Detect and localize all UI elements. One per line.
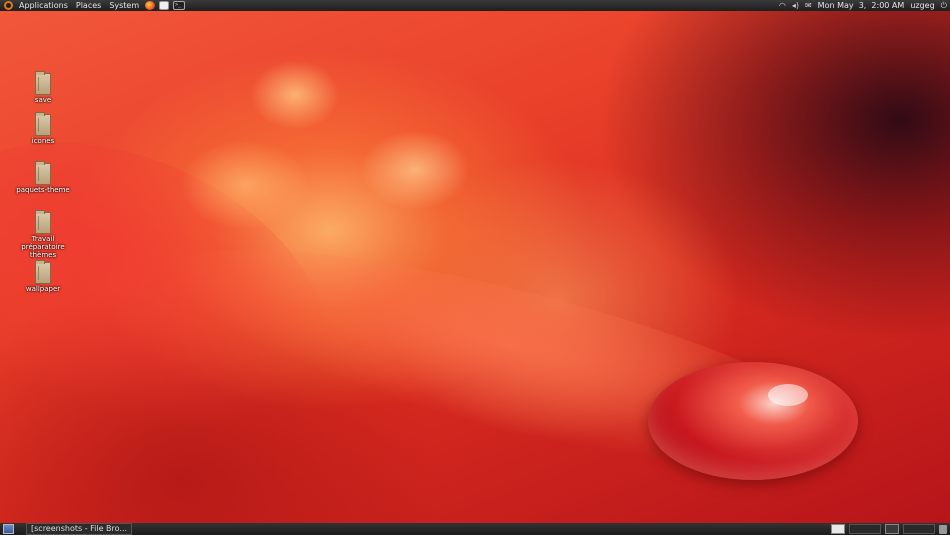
- menu-applications[interactable]: Applications: [15, 0, 72, 11]
- bottom-panel: [screenshots - File Bro...: [0, 523, 950, 535]
- top-panel: Applications Places System ◠ ◂) ✉ Mon Ma…: [0, 0, 950, 11]
- wallpaper-petal: [180, 140, 310, 230]
- desktop-icon-paquets-theme[interactable]: paquets-theme: [11, 161, 75, 194]
- user-menu[interactable]: uzgeg: [910, 0, 934, 11]
- desktop-icon-label: save: [34, 96, 52, 104]
- folder-icon: [35, 71, 51, 95]
- menu-places[interactable]: Places: [72, 0, 105, 11]
- desktop-icon-label: wallpaper: [25, 285, 61, 293]
- wallpaper-petal: [360, 130, 470, 210]
- firefox-icon[interactable]: [145, 1, 156, 10]
- menu-system[interactable]: System: [105, 0, 143, 11]
- water-drop: [648, 362, 858, 480]
- desktop-icon-save[interactable]: save: [11, 71, 75, 104]
- folder-icon: [35, 260, 51, 284]
- wifi-icon[interactable]: ◠: [779, 0, 786, 11]
- workspace-1[interactable]: [831, 524, 845, 534]
- desktop-icon-wallpaper[interactable]: wallpaper: [11, 260, 75, 293]
- desktop-icon-icones[interactable]: icones: [11, 112, 75, 145]
- show-desktop-icon[interactable]: [3, 524, 14, 534]
- folder-icon: [35, 112, 51, 136]
- mail-icon[interactable]: ✉: [805, 0, 812, 11]
- ubuntu-logo-icon: [4, 1, 13, 10]
- folder-icon: [35, 210, 51, 234]
- wallpaper-petal: [250, 60, 340, 130]
- trash-icon[interactable]: [939, 524, 947, 534]
- power-icon[interactable]: ⏻: [941, 0, 947, 11]
- folder-icon: [35, 161, 51, 185]
- system-tray: ◠ ◂) ✉ Mon May 3, 2:00 AM uzgeg ⏻: [779, 0, 950, 11]
- desktop-icon-label: paquets-theme: [16, 186, 70, 194]
- text-editor-icon[interactable]: [159, 1, 170, 10]
- clock[interactable]: Mon May 3, 2:00 AM: [818, 0, 905, 11]
- workspace-area[interactable]: [849, 524, 881, 534]
- main-menu: Applications Places System: [0, 0, 187, 11]
- workspace-2[interactable]: [885, 524, 899, 534]
- volume-icon[interactable]: ◂): [792, 0, 799, 11]
- desktop-wallpaper: [0, 0, 950, 535]
- desktop-icon-travail-preparatoire[interactable]: Travail préparatoire thèmes: [11, 210, 75, 259]
- desktop-icon-label: icones: [31, 137, 55, 145]
- terminal-icon[interactable]: [173, 0, 186, 11]
- desktop-icon-label: Travail préparatoire thèmes: [21, 235, 65, 259]
- workspace-switcher: [831, 524, 950, 534]
- workspace-area[interactable]: [903, 524, 935, 534]
- taskbar-window-button[interactable]: [screenshots - File Bro...: [26, 523, 133, 535]
